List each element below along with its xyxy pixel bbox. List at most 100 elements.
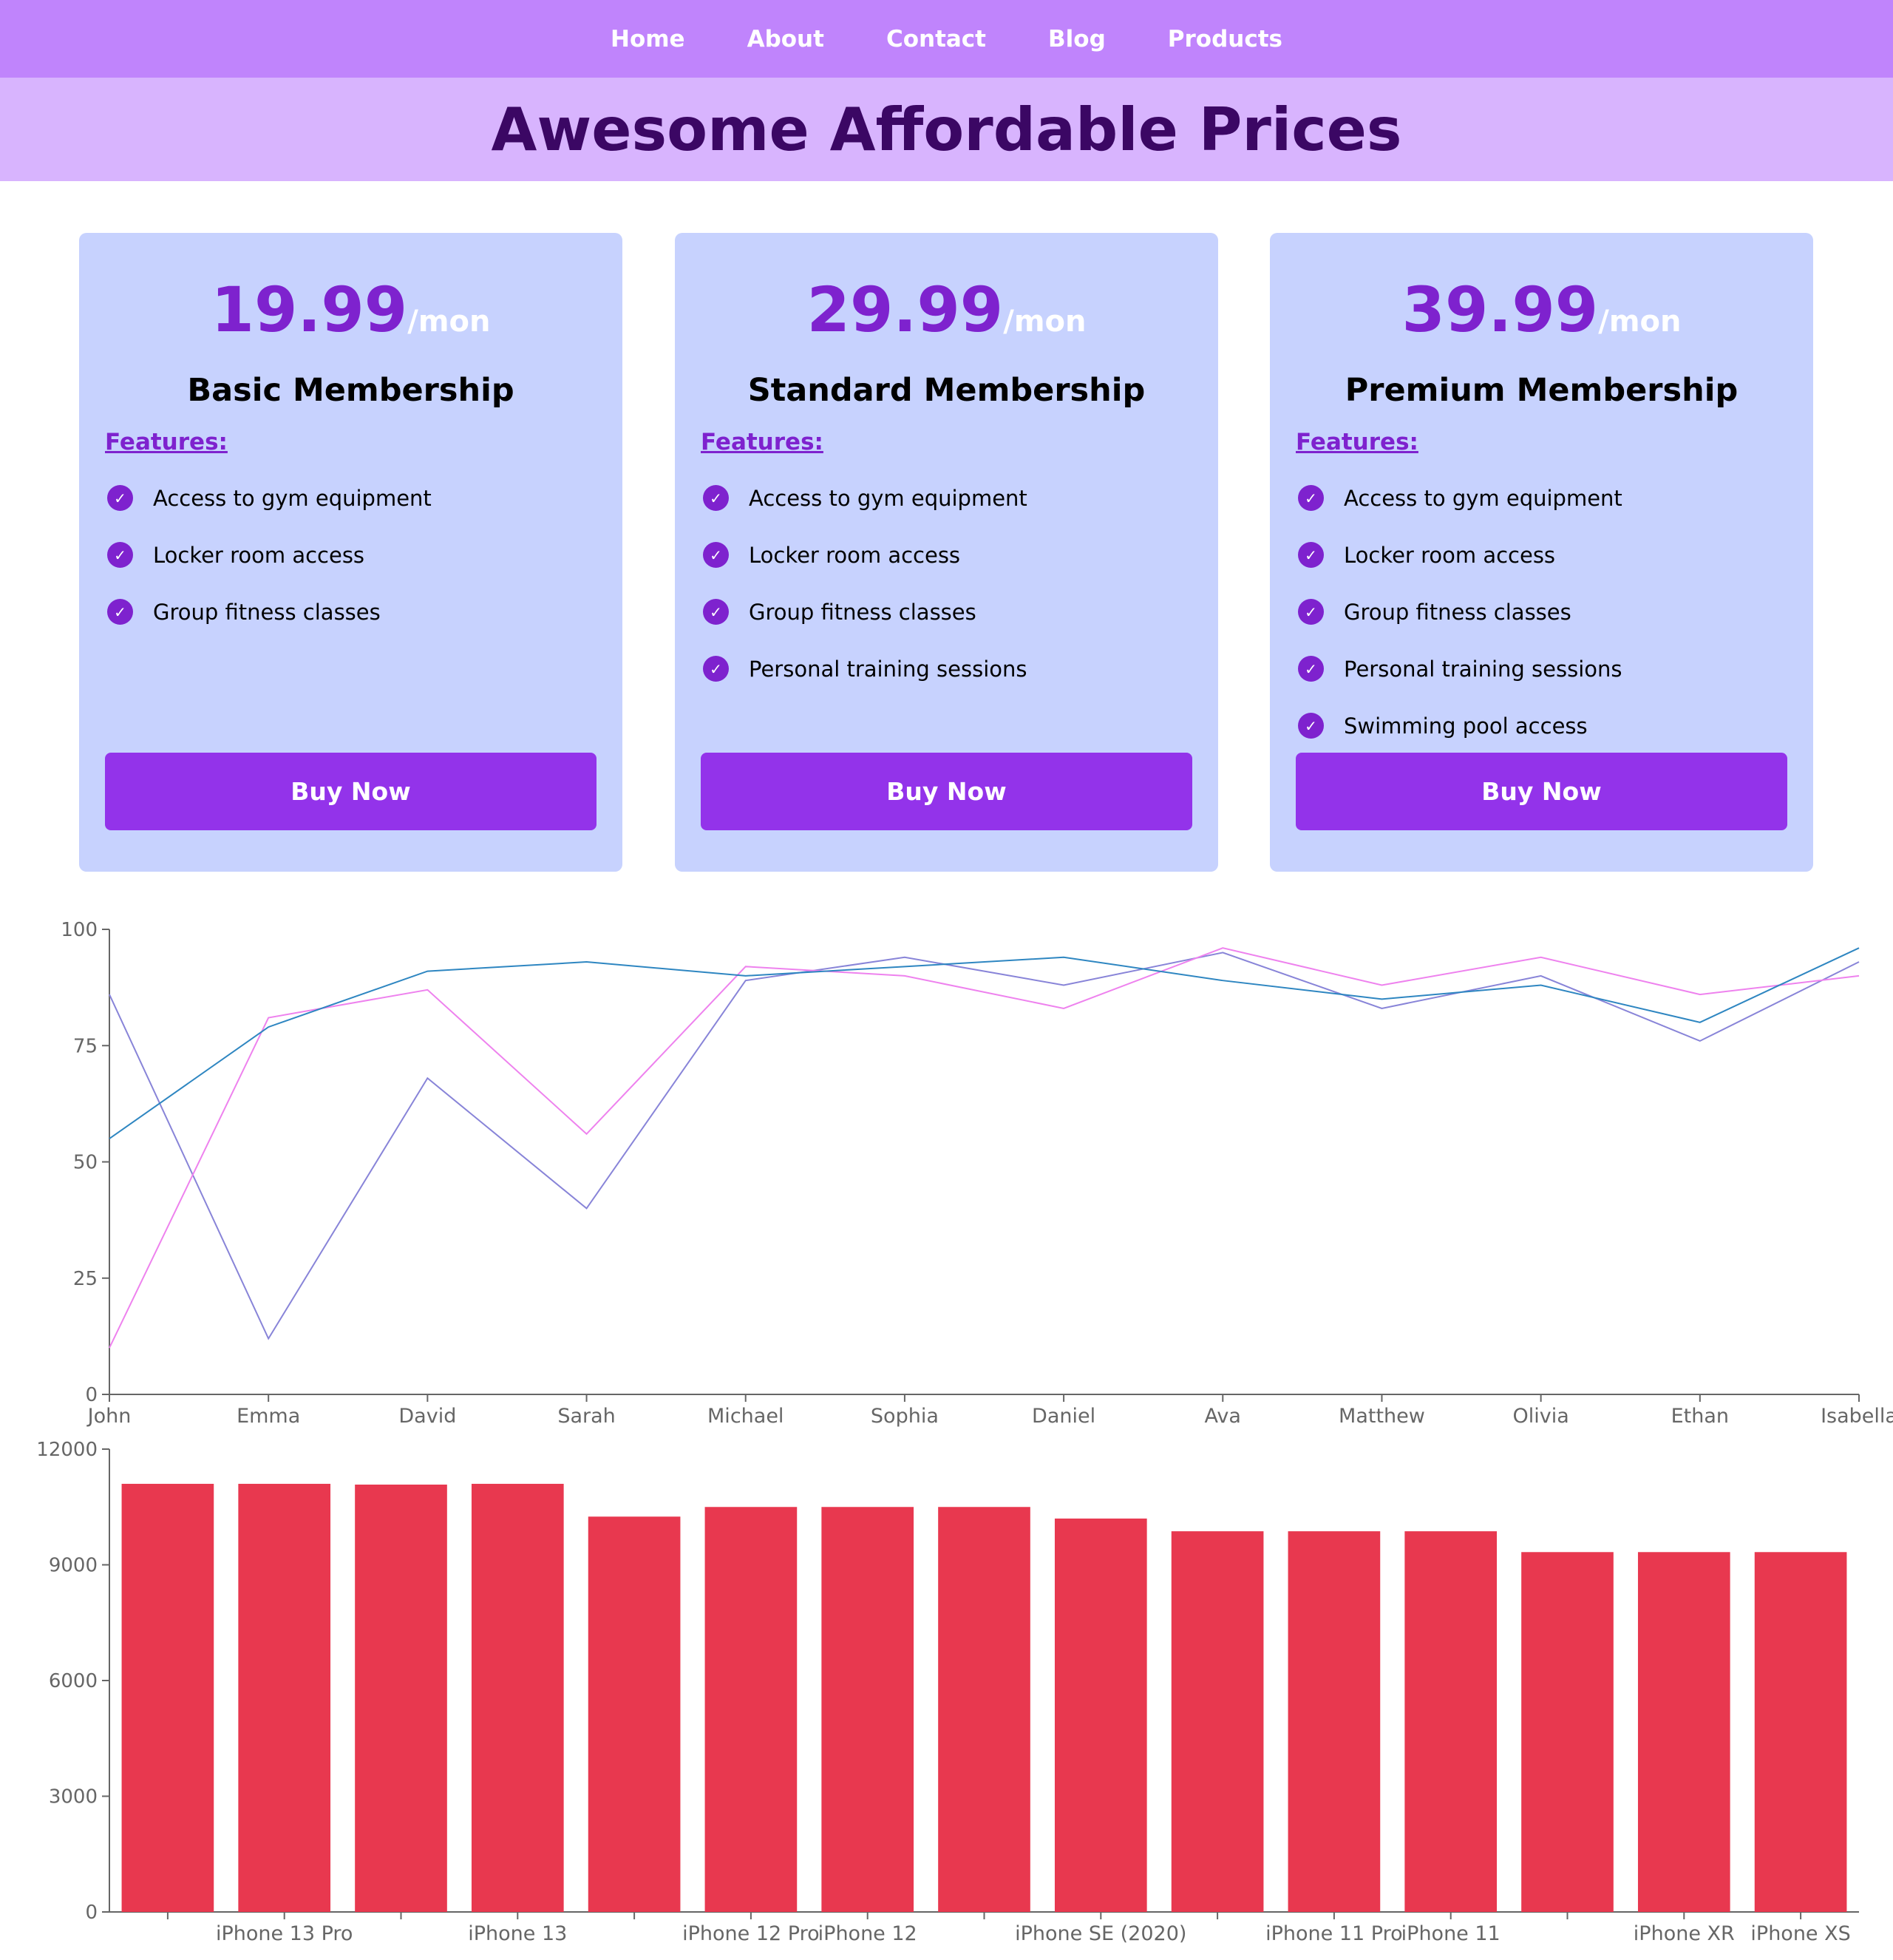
feature-text: Swimming pool access [1344, 713, 1588, 739]
bar [938, 1507, 1030, 1912]
check-circle-icon: ✓ [703, 599, 729, 625]
line-chart: 0 25 50 75 100 John Emma David Sarah Michael Sophi… [61, 920, 1893, 1428]
feature-item: ✓ Swimming pool access [1298, 697, 1622, 754]
main-nav: Home About Contact Blog Products [0, 0, 1893, 78]
price-unit: /mon [1598, 305, 1682, 339]
bar [355, 1484, 447, 1912]
bar [1288, 1531, 1381, 1912]
check-circle-icon: ✓ [703, 485, 729, 511]
bar [238, 1483, 331, 1912]
feature-item: ✓ Locker room access [703, 526, 1027, 583]
x-tick-label: iPhone 12 [818, 1922, 917, 1945]
check-circle-icon: ✓ [107, 485, 133, 511]
features-label: Features: [105, 429, 228, 455]
feature-item: ✓ Group fitness classes [703, 583, 1027, 640]
buy-now-button[interactable]: Buy Now [105, 753, 597, 830]
feature-list: ✓ Access to gym equipment ✓ Locker room ac… [107, 469, 432, 640]
price-amount: 39.99 [1401, 274, 1599, 346]
feature-item: ✓ Locker room access [107, 526, 432, 583]
y-tick-label: 25 [73, 1268, 98, 1290]
feature-item: ✓ Personal training sessions [1298, 640, 1622, 697]
features-label: Features: [701, 429, 823, 455]
feature-text: Access to gym equipment [153, 485, 432, 511]
x-tick-label: Ava [1205, 1405, 1241, 1428]
x-tick-label: John [86, 1405, 132, 1428]
price-unit: /mon [407, 305, 491, 339]
bar [471, 1483, 564, 1912]
price: 39.99/mon [1270, 274, 1813, 346]
x-tick-label: iPhone 13 [468, 1922, 567, 1945]
x-tick-label: Isabella [1821, 1405, 1893, 1428]
plan-name: Premium Membership [1345, 372, 1739, 409]
y-tick-label: 0 [85, 1384, 98, 1406]
bar [121, 1483, 214, 1912]
feature-text: Locker room access [153, 542, 365, 568]
feature-item: ✓ Group fitness classes [107, 583, 432, 640]
feature-text: Group fitness classes [153, 599, 381, 625]
bar [588, 1516, 681, 1912]
x-tick-label: Ethan [1671, 1405, 1729, 1428]
check-circle-icon: ✓ [1298, 713, 1324, 739]
features-label: Features: [1296, 429, 1418, 455]
feature-text: Locker room access [1344, 542, 1556, 568]
bar [1521, 1552, 1614, 1912]
bar [1404, 1531, 1498, 1912]
x-tick-label: iPhone XR [1634, 1922, 1735, 1945]
feature-item: ✓ Personal training sessions [703, 640, 1027, 697]
feature-item: ✓ Access to gym equipment [107, 469, 432, 526]
nav-link-contact[interactable]: Contact [886, 26, 986, 52]
page-title: Awesome Affordable Prices [491, 95, 1402, 164]
feature-text: Access to gym equipment [1344, 485, 1622, 511]
x-tick-label: Daniel [1032, 1405, 1095, 1428]
buy-now-button[interactable]: Buy Now [1296, 753, 1787, 830]
price: 29.99/mon [675, 274, 1218, 346]
nav-link-home[interactable]: Home [611, 26, 685, 52]
y-tick-label: 0 [85, 1902, 98, 1924]
x-tick-label: Matthew [1339, 1405, 1425, 1428]
price: 19.99/mon [79, 274, 622, 346]
plan-name: Standard Membership [747, 372, 1146, 409]
bar [704, 1507, 798, 1912]
nav-link-about[interactable]: About [747, 26, 824, 52]
feature-text: Personal training sessions [749, 656, 1027, 682]
x-tick-label: iPhone 11 Pro [1265, 1922, 1403, 1945]
x-tick-label: iPhone 12 Pro [682, 1922, 820, 1945]
feature-text: Access to gym equipment [749, 485, 1027, 511]
y-tick-label: 50 [73, 1152, 98, 1174]
price-unit: /mon [1003, 305, 1087, 339]
check-circle-icon: ✓ [107, 599, 133, 625]
x-tick-label: iPhone XS [1750, 1922, 1850, 1945]
feature-item: ✓ Access to gym equipment [1298, 469, 1622, 526]
hero-banner: Awesome Affordable Prices [0, 78, 1893, 181]
x-tick-label: iPhone SE (2020) [1015, 1922, 1186, 1945]
feature-item: ✓ Access to gym equipment [703, 469, 1027, 526]
bar [1171, 1531, 1264, 1912]
y-tick-label: 12000 [36, 1439, 98, 1461]
bar [821, 1507, 914, 1912]
x-tick-label: Sophia [871, 1405, 939, 1428]
buy-now-button[interactable]: Buy Now [701, 753, 1192, 830]
bar-chart: 0 3000 6000 9000 12000 iPhone 13 Pro iPhone 13… [36, 1439, 1859, 1945]
feature-text: Group fitness classes [1344, 599, 1571, 625]
nav-link-blog[interactable]: Blog [1048, 26, 1106, 52]
check-circle-icon: ✓ [1298, 542, 1324, 568]
x-tick-label: iPhone 11 [1401, 1922, 1501, 1945]
feature-text: Group fitness classes [749, 599, 976, 625]
y-tick-label: 9000 [49, 1555, 98, 1577]
feature-list: ✓ Access to gym equipment ✓ Locker room ac… [703, 469, 1027, 697]
bar [1637, 1552, 1730, 1912]
bar [1054, 1518, 1147, 1912]
y-tick-label: 75 [73, 1035, 98, 1057]
pricing-card-basic: 19.99/mon Basic Membership Features: ✓ Ac… [79, 233, 622, 872]
check-circle-icon: ✓ [703, 542, 729, 568]
feature-item: ✓ Locker room access [1298, 526, 1622, 583]
check-circle-icon: ✓ [703, 656, 729, 682]
feature-list: ✓ Access to gym equipment ✓ Locker room ac… [1298, 469, 1622, 754]
check-circle-icon: ✓ [1298, 599, 1324, 625]
feature-item: ✓ Group fitness classes [1298, 583, 1622, 640]
series-line [109, 947, 1860, 1349]
nav-link-products[interactable]: Products [1168, 26, 1282, 52]
pricing-card-premium: 39.99/mon Premium Membership Features: ✓… [1270, 233, 1813, 872]
pricing-section: 19.99/mon Basic Membership Features: ✓ Ac… [0, 181, 1893, 965]
plan-name: Basic Membership [187, 372, 514, 409]
